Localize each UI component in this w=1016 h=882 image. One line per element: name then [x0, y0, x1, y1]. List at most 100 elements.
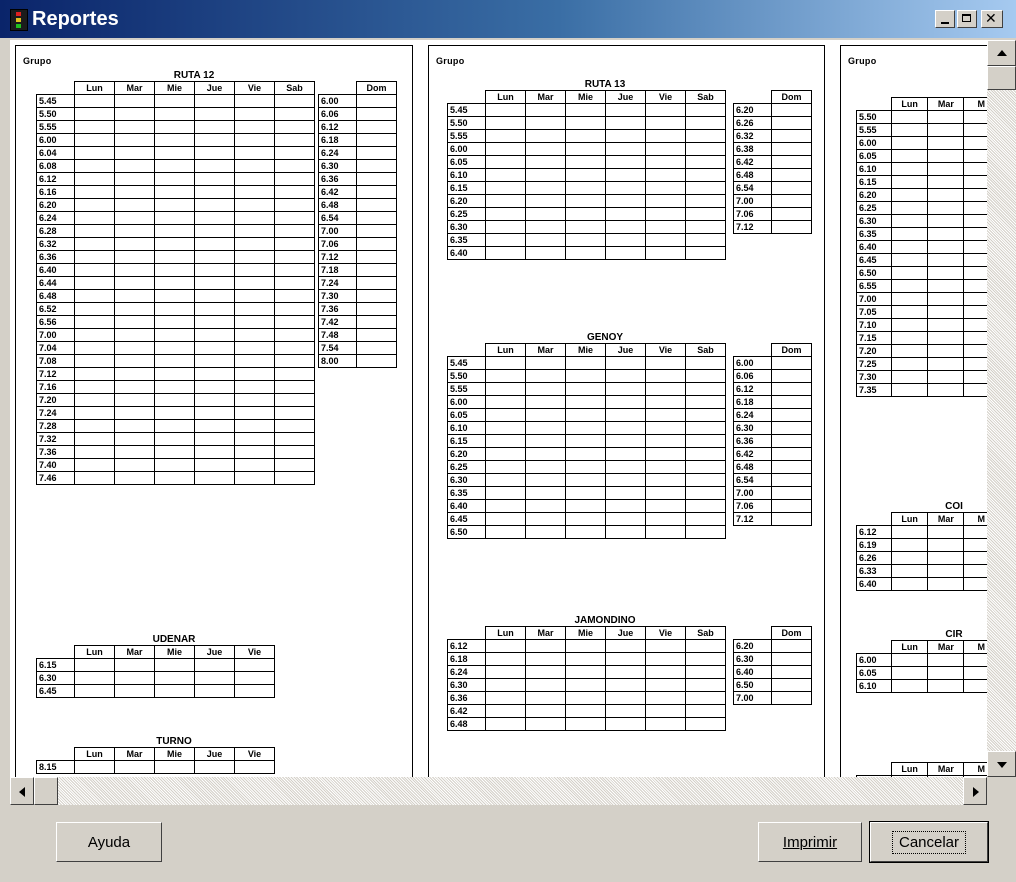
schedule-cell	[114, 328, 155, 342]
vertical-scrollbar[interactable]	[987, 40, 1016, 777]
schedule-cell	[194, 760, 235, 774]
schedule-cell	[154, 354, 195, 368]
time-cell: 6.30	[447, 473, 486, 487]
time-cell: 6.32	[733, 129, 772, 143]
print-button[interactable]: Imprimir	[758, 822, 862, 862]
day-header: Dom	[771, 90, 812, 104]
schedule-cell	[927, 201, 965, 215]
table-row: 6.54	[733, 473, 812, 487]
vertical-scroll-thumb[interactable]	[987, 66, 1016, 90]
time-cell: 8.00	[318, 354, 357, 368]
schedule-cell	[771, 486, 812, 500]
schedule-cell	[963, 175, 987, 189]
table-row: 7.12	[733, 220, 812, 234]
schedule-cell	[771, 473, 812, 487]
schedule-cell	[927, 679, 965, 693]
day-header: Lun	[890, 640, 929, 654]
schedule-cell	[485, 395, 526, 409]
scroll-down-button[interactable]	[987, 751, 1016, 777]
title-bar[interactable]: Reportes ✕	[0, 0, 1016, 38]
schedule-cell	[927, 357, 965, 371]
schedule-cell	[356, 133, 397, 147]
schedule-cell	[114, 445, 155, 459]
day-header: Jue	[605, 626, 646, 640]
schedule-cell	[927, 344, 965, 358]
day-header: Mie	[565, 626, 606, 640]
schedule-cell	[194, 658, 235, 672]
schedule-cell	[605, 665, 646, 679]
schedule-cell	[771, 168, 812, 182]
table-row: 7.20	[856, 344, 987, 358]
horizontal-scrollbar[interactable]	[10, 777, 987, 805]
schedule-cell	[154, 146, 195, 160]
time-cell: 6.12	[733, 382, 772, 396]
minimize-button[interactable]	[935, 10, 955, 28]
scroll-right-button[interactable]	[963, 777, 987, 805]
header-row: Lun Mar M	[856, 640, 987, 654]
schedule-cell	[234, 224, 275, 238]
schedule-cell	[927, 538, 965, 552]
schedule-cell	[685, 486, 726, 500]
schedule-cell	[771, 207, 812, 221]
minimize-icon	[941, 22, 949, 24]
schedule-cell	[234, 315, 275, 329]
day-header: Mar	[525, 343, 566, 357]
schedule-cell	[356, 263, 397, 277]
time-cell: 6.00	[36, 133, 75, 147]
group-label: Grupo	[848, 56, 877, 66]
schedule-cell	[74, 406, 115, 420]
schedule-cell	[565, 382, 606, 396]
day-header: Vie	[645, 90, 686, 104]
schedule-cell	[485, 408, 526, 422]
schedule-cell	[485, 652, 526, 666]
schedule-cell	[605, 512, 646, 526]
schedule-cell	[771, 395, 812, 409]
schedule-cell	[645, 194, 686, 208]
schedule-cell	[927, 149, 965, 163]
schedule-cell	[605, 704, 646, 718]
schedule-cell	[274, 185, 315, 199]
schedule-cell	[890, 110, 929, 124]
day-header: M	[963, 762, 987, 776]
schedule-cell	[645, 678, 686, 692]
header-row: Lun Mar Mie Jue Vie Sab	[447, 626, 726, 640]
time-cell: 6.45	[447, 512, 486, 526]
schedule-cell	[771, 181, 812, 195]
time-cell: 7.12	[318, 250, 357, 264]
schedule-cell	[565, 486, 606, 500]
schedule-cell	[194, 328, 235, 342]
time-cell: 6.05	[856, 149, 892, 163]
close-button[interactable]: ✕	[981, 10, 1003, 28]
schedule-cell	[234, 760, 275, 774]
schedule-cell	[963, 344, 987, 358]
time-cell: 6.15	[447, 181, 486, 195]
schedule-cell	[194, 458, 235, 472]
report-page: Grupo RUTA 12 Lun Mar Mie Jue Vie Sab 5.45 5.50 5.…	[15, 45, 413, 777]
schedule-cell	[963, 253, 987, 267]
schedule-cell	[890, 331, 929, 345]
schedule-cell	[114, 471, 155, 485]
schedule-cell	[890, 240, 929, 254]
report-preview[interactable]: Grupo RUTA 12 Lun Mar Mie Jue Vie Sab 5.45 5.50 5.…	[10, 40, 987, 777]
corner-cell	[36, 747, 75, 761]
schedule-cell	[890, 653, 929, 667]
table-row: 6.50	[447, 525, 726, 539]
schedule-cell	[356, 276, 397, 290]
time-cell: 7.46	[36, 471, 75, 485]
cancel-button[interactable]: Cancelar	[869, 821, 989, 863]
schedule-cell	[645, 103, 686, 117]
scroll-up-button[interactable]	[987, 40, 1016, 66]
table-row: 6.52	[36, 302, 315, 316]
header-row: Dom	[733, 343, 812, 357]
maximize-button[interactable]	[957, 10, 977, 28]
horizontal-scroll-thumb[interactable]	[34, 777, 58, 805]
schedule-cell	[485, 447, 526, 461]
schedule-cell	[645, 181, 686, 195]
schedule-cell	[927, 292, 965, 306]
time-cell: 7.25	[856, 357, 892, 371]
table-row: 6.26	[856, 551, 987, 565]
schedule-cell	[927, 383, 965, 397]
schedule-cell	[356, 94, 397, 108]
help-button[interactable]: Ayuda	[56, 822, 162, 862]
scroll-left-button[interactable]	[10, 777, 34, 805]
